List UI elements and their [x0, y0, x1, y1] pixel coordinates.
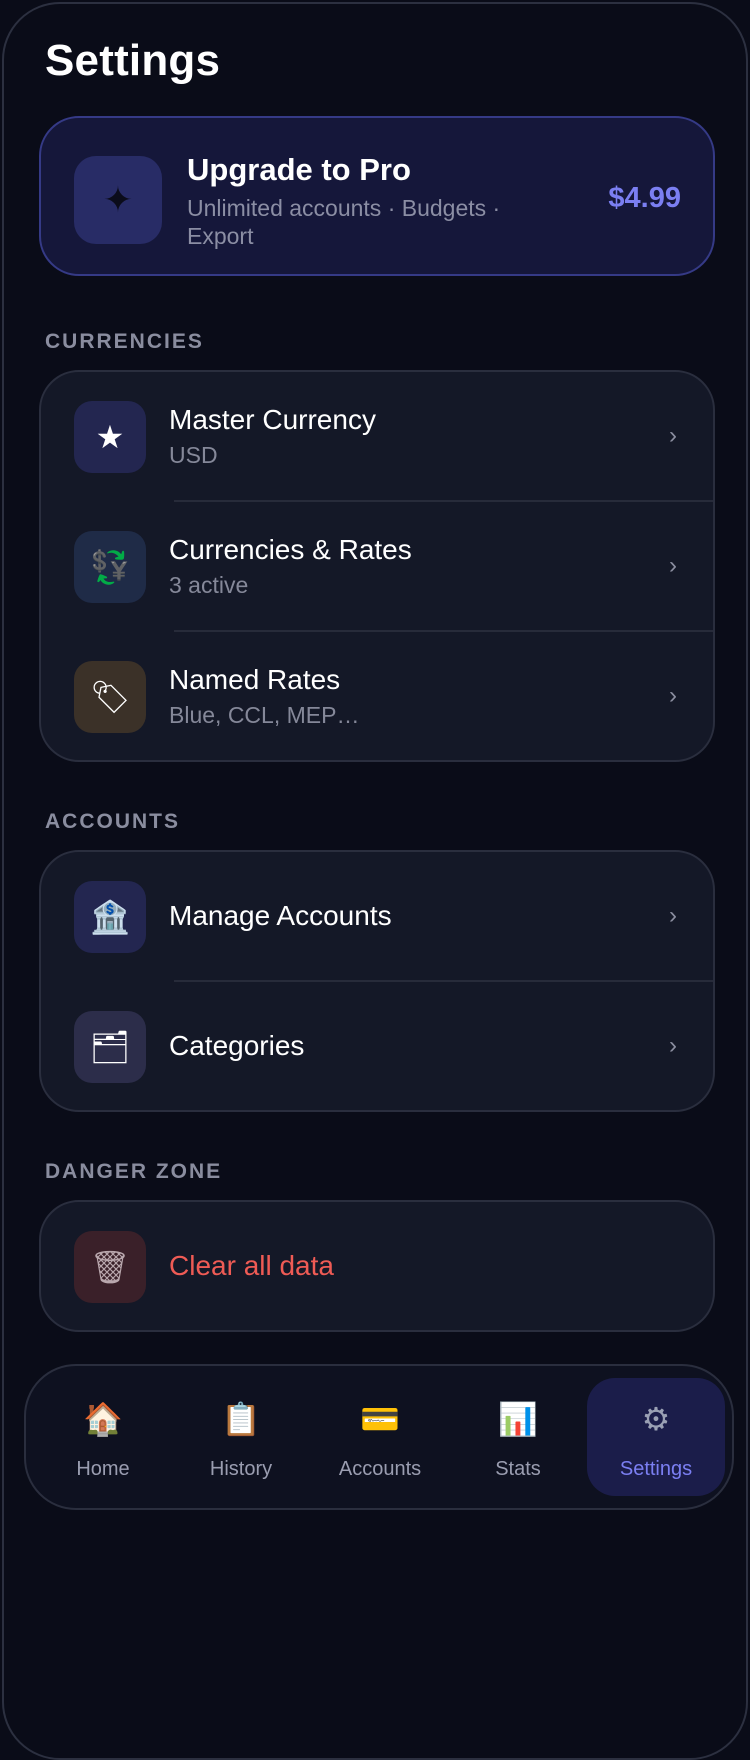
chevron-right-icon: ›	[669, 902, 677, 929]
row-sub: Blue, CCL, MEP…	[169, 702, 360, 728]
clear-all-data-button[interactable]: Clear all data	[169, 1250, 334, 1282]
danger-card: 🗑 Clear all data	[39, 1200, 715, 1332]
row-label: Manage Accounts	[169, 900, 392, 931]
gear-icon: ⚙	[641, 1401, 671, 1437]
nav-accounts[interactable]: 💳 Accounts	[311, 1378, 449, 1496]
tag-icon: 🏷	[74, 661, 146, 733]
nav-stats[interactable]: 📊 Stats	[449, 1378, 587, 1496]
row-master-currency[interactable]: ★ Master Currency USD ›	[41, 372, 713, 502]
phone-frame: Settings ✦ Upgrade to Pro Unlimited acco…	[2, 2, 748, 1760]
upgrade-pro-card[interactable]: ✦ Upgrade to Pro Unlimited accounts · Bu…	[39, 116, 715, 276]
bar-chart-icon: 📊	[498, 1401, 538, 1437]
bank-icon: 🏦	[74, 881, 146, 953]
row-currencies-rates[interactable]: 💱 Currencies & Rates 3 active ›	[41, 502, 713, 632]
row-label: Master Currency	[169, 404, 376, 435]
nav-home[interactable]: 🏠 Home	[34, 1378, 172, 1496]
chevron-right-icon: ›	[669, 552, 677, 579]
star-icon: ★	[74, 401, 146, 473]
nav-label: Home	[76, 1458, 130, 1480]
row-manage-accounts[interactable]: 🏦 Manage Accounts ›	[41, 852, 713, 982]
credit-card-icon: 💳	[360, 1401, 400, 1437]
promo-subtitle: Unlimited accounts · Budgets · Export	[187, 195, 501, 249]
promo-title: Upgrade to Pro	[187, 152, 411, 187]
nav-history[interactable]: 📋 History	[172, 1378, 310, 1496]
promo-price: $4.99	[608, 182, 681, 214]
nav-settings[interactable]: ⚙ Settings	[587, 1378, 725, 1496]
sparkle-icon: ✦	[74, 156, 162, 244]
row-label: Named Rates	[169, 664, 341, 695]
section-label-currencies: CURRENCIES	[45, 330, 204, 353]
trash-icon: 🗑	[74, 1231, 146, 1303]
row-label: Categories	[169, 1030, 305, 1061]
accounts-card: 🏦 Manage Accounts › 🗂 Categories ›	[39, 850, 715, 1112]
row-sub: USD	[169, 442, 218, 468]
chevron-right-icon: ›	[669, 1032, 677, 1059]
nav-label: Accounts	[338, 1458, 422, 1480]
currencies-card: ★ Master Currency USD › 💱 Currencies & R…	[39, 370, 715, 762]
nav-label: Stats	[495, 1458, 541, 1480]
row-sub: 3 active	[169, 572, 249, 598]
section-label-danger-zone: DANGER ZONE	[45, 1160, 223, 1183]
chevron-right-icon: ›	[669, 682, 677, 709]
exchange-icon: 💱	[74, 531, 146, 603]
row-categories[interactable]: 🗂 Categories ›	[41, 982, 713, 1110]
card-index-icon: 🗂	[74, 1011, 146, 1083]
bottom-nav: 🏠 Home 📋 History 💳 Accounts 📊 Stats ⚙ Se…	[24, 1364, 734, 1510]
row-clear-all-data[interactable]: 🗑 Clear all data	[41, 1202, 713, 1330]
nav-label: Settings	[619, 1458, 693, 1480]
nav-label: History	[209, 1458, 273, 1480]
row-label: Currencies & Rates	[169, 534, 412, 565]
section-label-accounts: ACCOUNTS	[45, 810, 180, 833]
chevron-right-icon: ›	[669, 422, 677, 449]
clipboard-icon: 📋	[221, 1401, 261, 1437]
page-title: Settings	[45, 36, 221, 85]
row-named-rates[interactable]: 🏷 Named Rates Blue, CCL, MEP… ›	[41, 632, 713, 760]
house-icon: 🏠	[83, 1401, 123, 1437]
